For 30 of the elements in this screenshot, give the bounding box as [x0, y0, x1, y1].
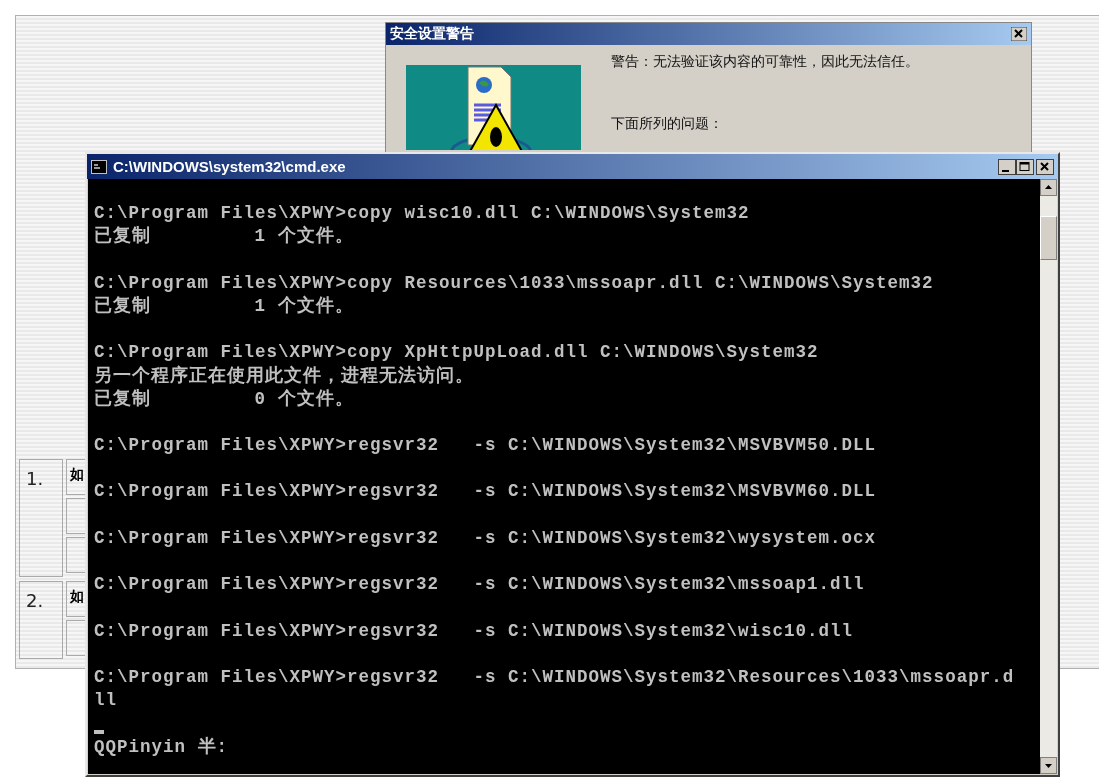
close-button[interactable] [1011, 27, 1027, 41]
window-title: 安全设置警告 [390, 25, 474, 43]
row-number: 2. [19, 581, 63, 659]
scroll-up-button[interactable] [1040, 179, 1057, 196]
console-line: C:\Program Files\XPWY>copy Resources\1033\mssoapr.dll C:\WINDOWS\System32 [94, 271, 935, 295]
console-line: 已复制 1 个文件。 [94, 225, 355, 249]
minimize-button[interactable] [998, 158, 1016, 175]
warning-text: 警告：无法验证该内容的可靠性，因此无法信任。 [611, 53, 919, 71]
row-number: 1. [19, 459, 63, 577]
window-title: C:\WINDOWS\system32\cmd.exe [113, 158, 346, 175]
console-line: 已复制 1 个文件。 [94, 294, 355, 318]
console-line: 已复制 0 个文件。 [94, 387, 355, 411]
ime-status: QQPinyin 半: [94, 735, 230, 759]
console-line: C:\Program Files\XPWY>regsvr32 -s C:\WINDOWS\System32\MSVBVM50.DLL [94, 434, 878, 458]
console-line: C:\Program Files\XPWY>copy wisc10.dll C:\WINDOWS\System32 [94, 202, 751, 225]
problems-heading: 下面所列的问题： [611, 115, 724, 133]
close-button[interactable] [1036, 158, 1054, 175]
scroll-down-button[interactable] [1040, 757, 1057, 774]
console-icon [91, 159, 107, 174]
console-line: ll [94, 689, 118, 713]
scroll-thumb[interactable] [1040, 216, 1057, 260]
scrollbar[interactable] [1040, 179, 1057, 774]
console-line: C:\Program Files\XPWY>regsvr32 -s C:\WINDOWS\System32\wysystem.ocx [94, 526, 878, 550]
warning-document-icon [406, 65, 581, 150]
console-line: C:\Program Files\XPWY>regsvr32 -s C:\WINDOWS\System32\Resources\1033\mssoapr.d [94, 665, 1016, 689]
console-line: 另一个程序正在使用此文件，进程无法访问。 [94, 364, 475, 388]
console-line: C:\Program Files\XPWY>regsvr32 -s C:\WINDOWS\System32\wisc10.dll [94, 619, 855, 643]
text-cursor [94, 729, 104, 734]
console-line: C:\Program Files\XPWY>copy XpHttpUpLoad.dll C:\WINDOWS\System32 [94, 341, 820, 365]
maximize-button[interactable] [1016, 158, 1034, 175]
